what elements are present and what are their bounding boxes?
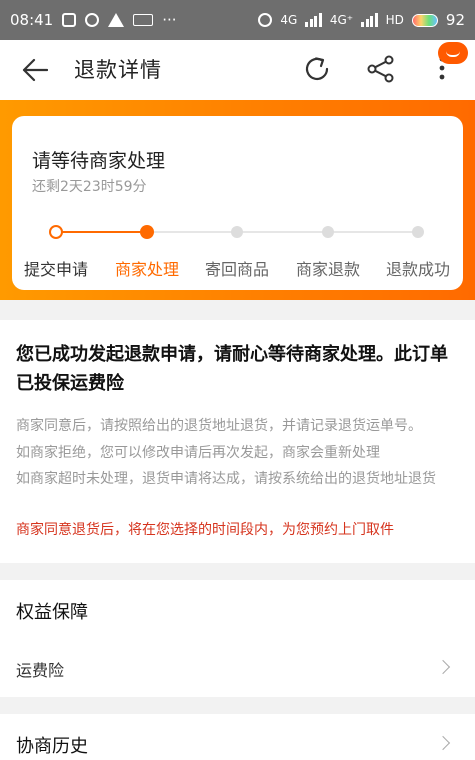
warning-icon: [108, 13, 125, 27]
shipping-insurance-label: 运费险: [16, 661, 65, 680]
info-lines: 商家同意后，请按照给出的退货地址退货，并请记录退货运单号。 如商家拒绝，您可以修…: [16, 413, 462, 493]
progress-card: 请等待商家处理 还剩2天23时59分 提交申请 商家处理 寄回商品 商家退款 退…: [12, 116, 463, 290]
header: 退款详情: [0, 40, 475, 100]
status-time: 08:41: [10, 11, 54, 29]
news-icon: [133, 14, 154, 26]
more-notifications-icon: ···: [162, 11, 177, 29]
info-line: 如商家超时未处理，退货申请将达成，请按系统给出的退货地址退货: [16, 471, 436, 487]
alarm-icon: [258, 13, 273, 27]
step-label-return: 寄回商品: [204, 260, 269, 279]
step-dot-success: [412, 226, 424, 238]
rights-title: 权益保障: [16, 602, 88, 623]
signal-icon: [305, 13, 322, 27]
step-dot-refund: [322, 226, 334, 238]
step-label-refund: 商家退款: [295, 260, 360, 279]
battery-icon: [411, 13, 438, 27]
negotiation-history-item[interactable]: 协商历史: [0, 714, 475, 760]
back-arrow-icon[interactable]: [22, 58, 48, 82]
step-label-merchant: 商家处理: [114, 260, 179, 279]
page-title: 退款详情: [74, 58, 162, 82]
info-line: 商家同意后，请按照给出的退货地址退货，并请记录退货运单号。: [16, 418, 422, 434]
rights-card: 权益保障 运费险: [0, 580, 475, 697]
battery-level: 92: [445, 11, 465, 29]
step-label-submit: 提交申请: [23, 260, 88, 279]
step-dot-merchant: [140, 225, 154, 239]
network-4g-label: 4G: [280, 13, 298, 27]
refund-info-card: 您已成功发起退款申请，请耐心等待商家处理。此订单已投保运费险 商家同意后，请按照…: [0, 320, 475, 563]
chevron-right-icon: [435, 735, 451, 751]
step-label-success: 退款成功: [385, 260, 450, 279]
shipping-insurance-item[interactable]: 运费险: [0, 638, 475, 696]
chat-icon: [85, 13, 100, 27]
info-title: 您已成功发起退款申请，请耐心等待商家处理。此订单已投保运费险: [16, 344, 448, 394]
notification-icon: [62, 13, 77, 27]
info-line: 如商家拒绝，您可以修改申请后再次发起，商家会重新处理: [16, 444, 380, 461]
network-4g-plus-label: 4G⁺: [329, 13, 354, 27]
pickup-note: 商家同意退货后，将在您选择的时间段内，为您预约上门取件: [16, 522, 394, 538]
signal-icon-2: [361, 13, 378, 27]
step-dot-submit: [49, 225, 63, 239]
message-badge-icon[interactable]: [438, 42, 468, 64]
share-icon[interactable]: [366, 54, 396, 84]
refresh-icon[interactable]: [302, 54, 332, 84]
step-line-pending: [152, 231, 416, 233]
status-bar: 08:41 ··· 4G 4G⁺ HD 92: [0, 0, 475, 40]
hd-label: HD: [385, 13, 404, 27]
step-line-done: [62, 231, 144, 233]
progress-title: 请等待商家处理: [32, 150, 166, 172]
remaining-time: 还剩2天23时59分: [32, 179, 147, 195]
chevron-right-icon: [435, 659, 451, 675]
history-title: 协商历史: [16, 736, 88, 757]
step-dot-return: [231, 226, 243, 238]
